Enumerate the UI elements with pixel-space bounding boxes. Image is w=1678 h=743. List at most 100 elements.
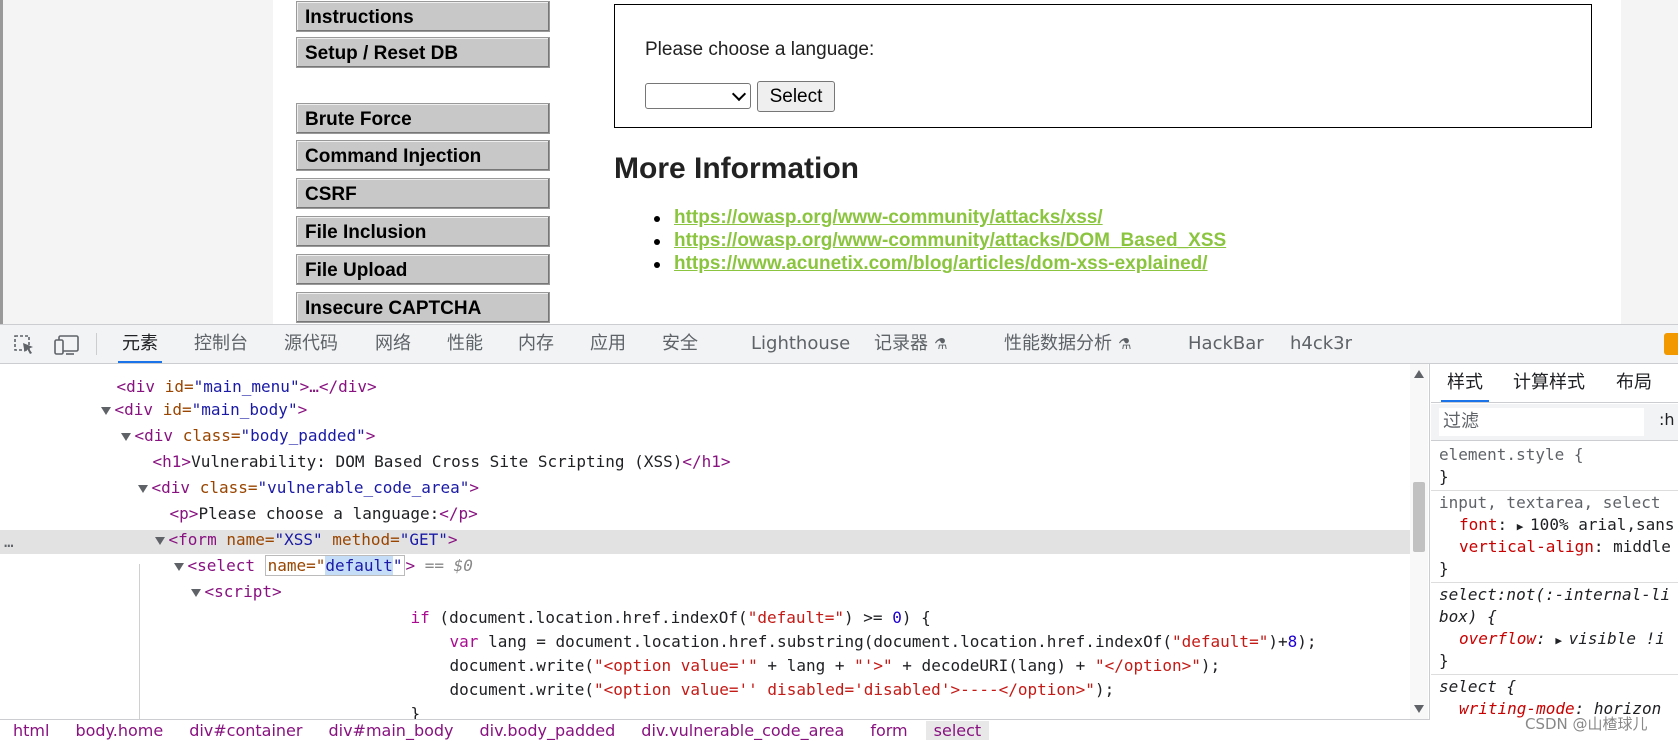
dom-node-script[interactable]: <script>: [152, 556, 282, 601]
toolbar-divider: [96, 333, 97, 355]
breadcrumb-item[interactable]: div.vulnerable_code_area: [641, 721, 844, 740]
rule-property[interactable]: font: ▶ 100% arial,sans: [1459, 514, 1675, 538]
select-button[interactable]: Select: [757, 81, 835, 112]
dom-node-select[interactable]: <select name="default" > == $0: [135, 530, 473, 576]
dom-node-h1[interactable]: <h1>Vulnerability: DOM Based Cross Site …: [114, 426, 731, 471]
code-line: var lang = document.location.href.substr…: [411, 606, 1317, 651]
menu-item-brute-force[interactable]: Brute Force: [296, 103, 550, 134]
attr-edit-suffix: ": [392, 556, 403, 575]
more-info-links: https://owasp.org/www-community/attacks/…: [654, 207, 1226, 276]
prop-name: font: [1459, 515, 1498, 534]
elements-scroll-thumb[interactable]: [1413, 482, 1425, 552]
menu-item-csrf[interactable]: CSRF: [296, 178, 550, 209]
js-text: );: [1297, 632, 1317, 651]
more-information-heading: More Information: [614, 152, 859, 185]
language-select[interactable]: [645, 83, 751, 109]
hover-state-toggle[interactable]: :h: [1659, 410, 1675, 429]
warning-badge[interactable]: [1664, 333, 1678, 355]
js-text: );: [1094, 680, 1115, 699]
styles-filter-input[interactable]: 过滤: [1439, 408, 1644, 436]
flask-icon: ⚗: [934, 335, 948, 353]
prop-name: overflow: [1459, 629, 1537, 648]
inspect-element-icon[interactable]: [14, 335, 36, 355]
console-ref: == $0: [415, 556, 473, 575]
code-line: document.write("<option value='" + lang …: [411, 630, 1221, 675]
tab-recorder-label: 记录器: [874, 333, 928, 354]
tab-styles[interactable]: 样式: [1441, 364, 1489, 402]
expand-triangle-icon[interactable]: [190, 588, 201, 597]
dom-node-p[interactable]: <p>Please choose a language:</p>: [131, 478, 478, 523]
tab-sources[interactable]: 源代码: [284, 325, 338, 363]
dom-node-form[interactable]: <form name="XSS" method="GET">: [116, 504, 458, 549]
tab-hackbar[interactable]: HackBar: [1188, 325, 1264, 363]
breadcrumb-item[interactable]: div.body_padded: [480, 721, 616, 740]
rule-close: }: [1439, 651, 1449, 670]
list-item: https://www.acunetix.com/blog/articles/d…: [654, 253, 1226, 276]
menu-item-insecure-captcha[interactable]: Insecure CAPTCHA: [296, 292, 550, 323]
tab-layout[interactable]: 布局: [1616, 364, 1652, 402]
dom-node-vulnerable-code-area[interactable]: <div class="vulnerable_code_area">: [99, 452, 479, 497]
tab-performance-insights[interactable]: 性能数据分析 ⚗: [1004, 325, 1131, 363]
rule-selector-cont: box) {: [1439, 607, 1497, 626]
tab-console[interactable]: 控制台: [194, 325, 248, 363]
rule-property[interactable]: vertical-align: middle: [1459, 536, 1671, 558]
webpage-viewport: Instructions Setup / Reset DB Brute Forc…: [0, 0, 1678, 324]
code-line: }: [372, 678, 421, 719]
list-item: https://owasp.org/www-community/attacks/…: [654, 230, 1226, 253]
link-owasp-xss[interactable]: https://owasp.org/www-community/attacks/…: [674, 207, 1103, 228]
breadcrumb-item[interactable]: div#main_body: [328, 721, 453, 740]
device-toolbar-icon[interactable]: [54, 335, 80, 355]
tab-elements[interactable]: 元素: [118, 325, 162, 363]
chevron-down-icon: [731, 86, 747, 102]
js-number: 8: [1287, 632, 1298, 651]
flask-icon: ⚗: [1118, 335, 1132, 353]
tab-h4ck3r[interactable]: h4ck3r: [1290, 325, 1352, 363]
tag-end: >: [405, 556, 416, 575]
scroll-up-icon[interactable]: [1414, 370, 1424, 378]
breadcrumb-item[interactable]: html: [13, 721, 49, 740]
tag-close: </h1>: [682, 452, 731, 471]
watermark: CSDN @山楂球儿: [1525, 715, 1648, 733]
style-rule-select-internal: select:not(:-internal-li box) { overflow…: [1431, 582, 1678, 675]
menu-item-setup-reset-db[interactable]: Setup / Reset DB: [296, 37, 550, 68]
breadcrumb-item[interactable]: body.home: [75, 721, 163, 740]
breadcrumb-item-current[interactable]: select: [925, 721, 990, 740]
page-left-edge: [0, 0, 3, 324]
styles-tab-bar: 样式 计算样式 布局: [1431, 364, 1678, 403]
js-text: document.write(: [449, 680, 595, 699]
tab-security[interactable]: 安全: [662, 325, 698, 363]
menu-item-file-inclusion[interactable]: File Inclusion: [296, 216, 550, 247]
tab-performance[interactable]: 性能: [447, 325, 483, 363]
breadcrumb-item[interactable]: form: [870, 721, 907, 740]
tab-application[interactable]: 应用: [590, 325, 626, 363]
tab-network[interactable]: 网络: [375, 325, 411, 363]
breadcrumb: html body.home div#container div#main_body d…: [0, 719, 1430, 743]
style-rule-input: input, textarea, select font: ▶ 100% ari…: [1431, 490, 1678, 583]
language-prompt: Please choose a language:: [645, 39, 875, 60]
styles-filter-bar: 过滤 :h: [1431, 404, 1678, 441]
code-line: document.write("<option value='' disable…: [411, 654, 1115, 699]
js-text: }: [410, 704, 421, 719]
rule-property[interactable]: overflow: ▶ visible !i: [1459, 628, 1665, 652]
style-rule-element: element.style { }: [1431, 442, 1678, 491]
attribute-edit-field[interactable]: name="default": [264, 555, 406, 576]
link-owasp-dom-xss[interactable]: https://owasp.org/www-community/attacks/…: [674, 230, 1226, 251]
prop-value: 100% arial,sans: [1530, 515, 1675, 534]
rule-selector: element.style {: [1439, 445, 1584, 464]
rule-selector: select:not(:-internal-li: [1439, 585, 1671, 604]
menu-item-command-injection[interactable]: Command Injection: [296, 140, 550, 171]
dom-node-body-padded[interactable]: <div class="body_padded">: [82, 400, 375, 445]
tab-lighthouse[interactable]: Lighthouse: [751, 325, 850, 363]
prop-value: middle: [1613, 537, 1671, 556]
node-actions-dots[interactable]: …: [4, 530, 14, 554]
tag-open: <script>: [204, 582, 282, 601]
menu-item-file-upload[interactable]: File Upload: [296, 254, 550, 285]
menu-item-instructions[interactable]: Instructions: [296, 1, 550, 32]
scroll-down-icon[interactable]: [1414, 705, 1424, 713]
tab-memory[interactable]: 内存: [518, 325, 554, 363]
link-acunetix[interactable]: https://www.acunetix.com/blog/articles/d…: [674, 253, 1208, 274]
dom-node-main-body[interactable]: <div id="main_body">: [62, 374, 307, 419]
tab-recorder[interactable]: 记录器 ⚗: [874, 325, 947, 363]
tab-computed[interactable]: 计算样式: [1513, 364, 1585, 402]
breadcrumb-item[interactable]: div#container: [189, 721, 302, 740]
